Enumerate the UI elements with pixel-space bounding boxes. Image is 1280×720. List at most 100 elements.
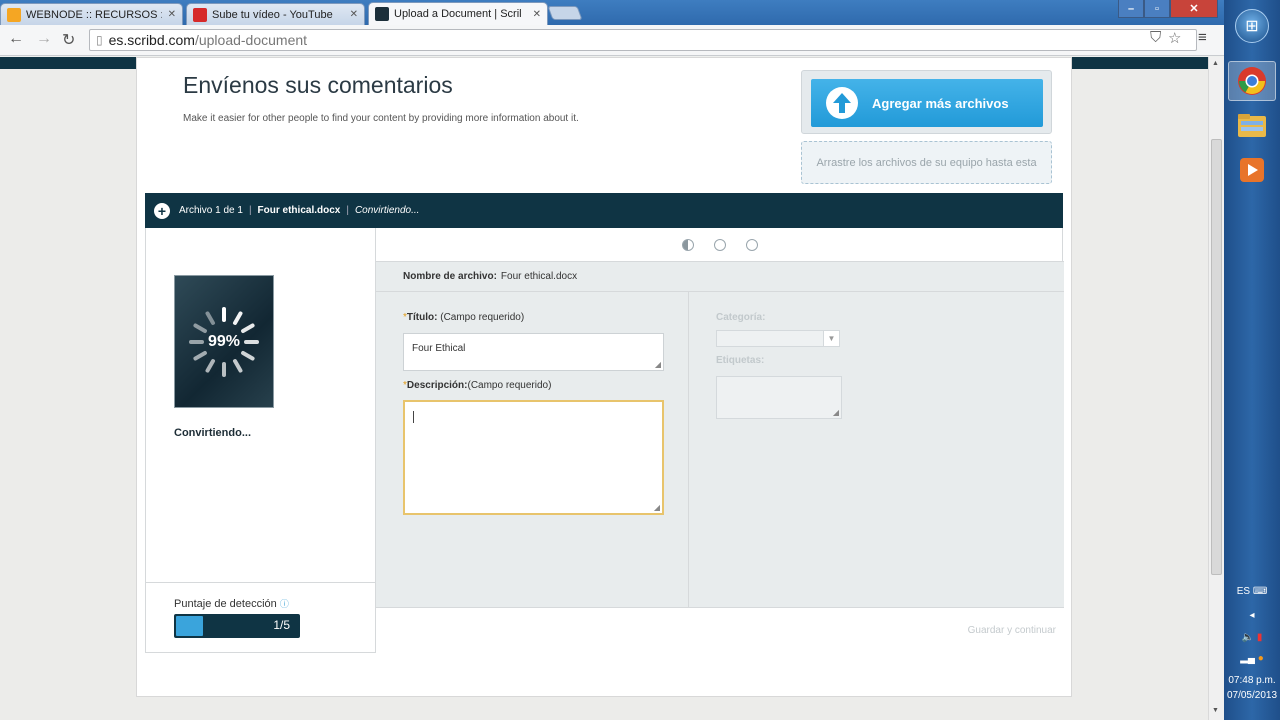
loading-spinner-icon: 99% [189,306,259,377]
close-tab-icon[interactable]: ✕ [533,9,541,20]
new-tab-button[interactable] [547,6,583,20]
score-value: 1/5 [273,618,290,632]
description-textarea[interactable]: ◢ [403,400,664,515]
clock-date[interactable]: 07/05/2013 [1224,690,1280,701]
add-files-button[interactable]: Agregar más archivos [811,79,1043,127]
url-domain: es.scribd.com [108,32,195,48]
text-caret [413,411,414,423]
title-field-label: *Título: (Campo requerido) [403,312,525,323]
browser-toolbar: ← → ↻ ▯ es.scribd.com/upload-document ⛉ … [0,25,1224,56]
scribd-favicon-icon [375,7,389,21]
tab-label: WEBNODE :: RECURSOS :: [26,8,162,21]
address-bar[interactable]: ▯ es.scribd.com/upload-document [89,29,1197,51]
power-icon[interactable]: ▮ [1257,632,1263,643]
file-name: Four ethical.docx [257,205,341,216]
show-hidden-icons-icon[interactable]: ◂ [1224,610,1280,621]
title-input[interactable]: Four Ethical ◢ [403,333,664,371]
tray-icons-row1: 🔈 ▮ [1224,632,1280,643]
taskbar-chrome[interactable] [1228,61,1276,101]
scrollbar-thumb[interactable] [1211,139,1222,575]
taskbar-explorer[interactable] [1228,105,1276,145]
scroll-up-icon[interactable]: ▲ [1212,60,1219,67]
resize-grip-icon[interactable]: ◢ [654,503,660,512]
tags-textarea[interactable]: ◢ [716,376,842,419]
minimize-button[interactable]: – [1118,0,1144,18]
file-count: Archivo 1 de 1 [179,205,243,216]
expand-plus-icon[interactable]: + [154,202,170,219]
score-bar-fill [176,616,203,636]
file-status: Convirtiendo... [354,205,420,216]
tray-language[interactable]: ES ⌨ [1224,586,1280,597]
reload-icon[interactable]: ↻ [62,30,75,50]
filename-label: Nombre de archivo: [403,271,497,282]
form-left-panel: *Título: (Campo requerido) Four Ethical … [376,292,689,607]
media-player-icon [1240,158,1264,182]
metadata-form: *Título: (Campo requerido) Four Ethical … [376,292,1064,607]
scroll-down-icon[interactable]: ▼ [1212,707,1219,714]
close-tab-icon[interactable]: ✕ [350,9,358,20]
file-details-card: 99% Convirtiendo... Puntaje de detección… [145,228,1064,653]
progress-percent: 99% [207,332,241,350]
menu-icon[interactable]: ≡ [1198,29,1207,46]
filename-value: Four ethical.docx [500,271,578,282]
upload-panel: Envíenos sus comentarios Make it easier … [136,57,1072,697]
keyboard-icon: ⌨ [1252,586,1268,597]
language-indicator: ES [1236,586,1251,597]
info-icon[interactable]: ⓘ [280,599,289,609]
page-scrollbar[interactable]: ▲ ▼ [1208,57,1224,720]
form-footer: Guardar y continuar [376,607,1064,653]
url-path: /upload-document [194,32,308,48]
start-button[interactable]: ⊞ [1228,6,1276,46]
webnode-favicon-icon [7,7,21,22]
score-bar: 1/5 [174,614,300,638]
page-title: Envíenos sus comentarios [183,72,453,98]
tags-label: Etiquetas: [716,355,765,366]
step-dot-3[interactable] [746,238,758,251]
maximize-button[interactable]: ▫ [1144,0,1170,18]
add-files-box: Agregar más archivos [801,70,1052,134]
forward-arrow-icon[interactable]: → [36,30,52,48]
title-input-value: Four Ethical [412,343,466,354]
bookmark-star-icon[interactable]: ☆ [1168,29,1181,47]
windows-taskbar: ⊞ ES ⌨ ◂ 🔈 ▮ ▂▄ ● 07:48 p.m. 07/05/2013 [1224,0,1280,720]
step-dot-2[interactable] [714,238,726,251]
tab-youtube[interactable]: Sube tu vídeo - YouTube ✕ [186,3,365,25]
tray-icons-row2: ▂▄ ● [1224,653,1280,664]
shield-icon[interactable]: ⛉ [1150,29,1161,46]
folder-icon [1238,114,1266,137]
category-select[interactable]: ▼ [716,330,840,347]
resize-grip-icon[interactable]: ◢ [833,408,839,417]
clock-time[interactable]: 07:48 p.m. [1224,675,1280,686]
category-label: Categoría: [716,312,766,323]
conversion-status: Convirtiendo... [174,427,251,439]
network-signal-icon[interactable]: ▂▄ [1240,653,1255,664]
drop-zone[interactable]: Arrastre los archivos de su equipo hasta… [801,141,1052,184]
step-dot-1[interactable] [682,238,694,251]
chrome-icon [1238,67,1266,95]
page-icon: ▯ [96,33,103,47]
save-continue-button[interactable]: Guardar y continuar [968,625,1056,636]
metadata-column: Nombre de archivo: Four ethical.docx *Tí… [376,228,1064,653]
resize-grip-icon[interactable]: ◢ [655,360,661,369]
notification-icon[interactable]: ● [1258,653,1264,664]
score-label-text: Puntaje de detección [174,598,277,610]
taskbar-media-player[interactable] [1228,150,1276,190]
score-label: Puntaje de detección ⓘ [174,597,289,610]
close-tab-icon[interactable]: ✕ [168,9,176,20]
tab-label: Sube tu vídeo - YouTube [212,8,333,21]
preview-column: 99% Convirtiendo... Puntaje de detección… [146,228,376,653]
separator: | [346,205,349,216]
description-field-label: *Descripción:(Campo requerido) [403,380,552,391]
chevron-down-icon: ▼ [823,331,839,346]
tab-label: Upload a Document | Scril [394,8,522,20]
back-arrow-icon[interactable]: ← [8,30,24,48]
tab-scribd[interactable]: Upload a Document | Scril ✕ [368,2,548,25]
windows-logo-icon: ⊞ [1235,9,1269,43]
youtube-favicon-icon [193,7,207,22]
volume-icon[interactable]: 🔈 [1242,632,1254,643]
file-status-bar: + Archivo 1 de 1 | Four ethical.docx | C… [145,193,1063,228]
detection-score: Puntaje de detección ⓘ 1/5 [146,582,375,653]
tab-webnode[interactable]: WEBNODE :: RECURSOS :: ✕ [0,3,183,25]
close-window-button[interactable]: ✕ [1170,0,1218,18]
upload-arrow-icon [826,87,858,119]
